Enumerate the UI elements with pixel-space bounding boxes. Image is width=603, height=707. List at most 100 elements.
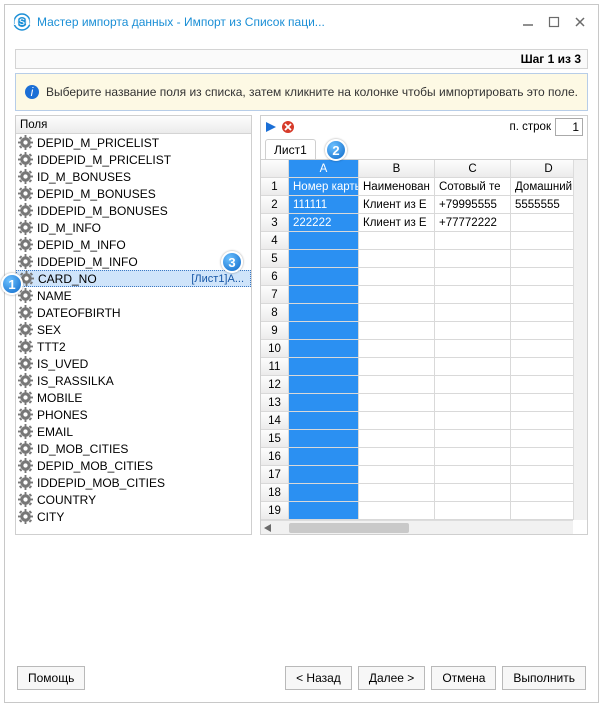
grid-cell[interactable] <box>359 286 435 304</box>
play-icon[interactable] <box>265 121 277 133</box>
row-header[interactable]: 19 <box>261 502 289 520</box>
grid-cell[interactable] <box>435 322 511 340</box>
grid-cell[interactable] <box>359 394 435 412</box>
back-button[interactable]: < Назад <box>285 666 352 690</box>
grid-cell[interactable] <box>435 286 511 304</box>
field-row[interactable]: DEPID_M_INFO <box>16 236 251 253</box>
field-row[interactable]: IDDEPID_M_INFO <box>16 253 251 270</box>
grid-cell[interactable] <box>359 304 435 322</box>
grid-cell[interactable] <box>289 502 359 520</box>
grid-cell[interactable] <box>435 376 511 394</box>
field-row[interactable]: CITY <box>16 508 251 525</box>
row-header[interactable]: 11 <box>261 358 289 376</box>
grid-cell[interactable]: 111111 <box>289 196 359 214</box>
grid-cell[interactable] <box>359 376 435 394</box>
row-header[interactable]: 8 <box>261 304 289 322</box>
grid-cell[interactable] <box>359 322 435 340</box>
field-row[interactable]: ID_M_INFO <box>16 219 251 236</box>
column-header[interactable]: B <box>359 160 435 178</box>
rowcount-input[interactable] <box>555 118 583 136</box>
row-header[interactable]: 7 <box>261 286 289 304</box>
row-header[interactable]: 6 <box>261 268 289 286</box>
grid-cell[interactable] <box>289 466 359 484</box>
grid-cell[interactable]: 222222 <box>289 214 359 232</box>
row-header[interactable]: 5 <box>261 250 289 268</box>
field-row[interactable]: DEPID_MOB_CITIES <box>16 457 251 474</box>
row-header[interactable]: 18 <box>261 484 289 502</box>
field-row[interactable]: CARD_NO[Лист1]A... <box>16 270 251 287</box>
field-row[interactable]: IDDEPID_MOB_CITIES <box>16 474 251 491</box>
preview-grid[interactable]: ABCD1Номер картыНаименованСотовый теДома… <box>261 160 587 520</box>
row-header[interactable]: 2 <box>261 196 289 214</box>
grid-cell[interactable] <box>289 484 359 502</box>
row-header[interactable]: 10 <box>261 340 289 358</box>
field-row[interactable]: COUNTRY <box>16 491 251 508</box>
field-row[interactable]: TTT2 <box>16 338 251 355</box>
grid-cell[interactable]: Сотовый те <box>435 178 511 196</box>
grid-cell[interactable] <box>435 394 511 412</box>
grid-cell[interactable]: Наименован <box>359 178 435 196</box>
row-header[interactable]: 16 <box>261 448 289 466</box>
grid-cell[interactable] <box>289 394 359 412</box>
row-header[interactable]: 3 <box>261 214 289 232</box>
grid-cell[interactable] <box>435 304 511 322</box>
close-button[interactable] <box>570 12 590 32</box>
grid-cell[interactable] <box>359 412 435 430</box>
clear-icon[interactable] <box>281 120 295 134</box>
grid-cell[interactable] <box>435 250 511 268</box>
grid-cell[interactable] <box>435 340 511 358</box>
grid-cell[interactable] <box>289 340 359 358</box>
grid-cell[interactable] <box>359 448 435 466</box>
grid-cell[interactable] <box>435 268 511 286</box>
grid-cell[interactable] <box>289 322 359 340</box>
row-header[interactable]: 1 <box>261 178 289 196</box>
grid-scrollbar-vertical[interactable] <box>573 160 587 520</box>
fields-list[interactable]: DEPID_M_PRICELISTIDDEPID_M_PRICELISTID_M… <box>16 134 251 534</box>
grid-cell[interactable] <box>435 502 511 520</box>
field-row[interactable]: IDDEPID_M_PRICELIST <box>16 151 251 168</box>
field-row[interactable]: SEX <box>16 321 251 338</box>
next-button[interactable]: Далее > <box>358 666 426 690</box>
field-row[interactable]: NAME <box>16 287 251 304</box>
grid-cell[interactable]: Клиент из E <box>359 214 435 232</box>
grid-cell[interactable] <box>359 340 435 358</box>
field-row[interactable]: ID_M_BONUSES <box>16 168 251 185</box>
field-row[interactable]: IS_RASSILKA <box>16 372 251 389</box>
column-header[interactable]: A <box>289 160 359 178</box>
grid-cell[interactable] <box>289 268 359 286</box>
grid-cell[interactable]: +79995555 <box>435 196 511 214</box>
field-row[interactable]: IS_UVED <box>16 355 251 372</box>
field-row[interactable]: DEPID_M_BONUSES <box>16 185 251 202</box>
grid-cell[interactable] <box>289 430 359 448</box>
grid-cell[interactable] <box>435 232 511 250</box>
field-row[interactable]: MOBILE <box>16 389 251 406</box>
grid-cell[interactable] <box>359 502 435 520</box>
run-button[interactable]: Выполнить <box>502 666 586 690</box>
field-row[interactable]: DEPID_M_PRICELIST <box>16 134 251 151</box>
grid-cell[interactable] <box>359 466 435 484</box>
grid-cell[interactable] <box>289 448 359 466</box>
grid-cell[interactable] <box>359 484 435 502</box>
column-header[interactable]: C <box>435 160 511 178</box>
grid-scrollbar-horizontal[interactable] <box>261 520 573 534</box>
grid-cell[interactable] <box>435 448 511 466</box>
field-row[interactable]: EMAIL <box>16 423 251 440</box>
row-header[interactable]: 17 <box>261 466 289 484</box>
minimize-button[interactable] <box>518 12 538 32</box>
row-header[interactable]: 15 <box>261 430 289 448</box>
row-header[interactable]: 13 <box>261 394 289 412</box>
field-row[interactable]: ID_MOB_CITIES <box>16 440 251 457</box>
row-header[interactable]: 4 <box>261 232 289 250</box>
field-row[interactable]: PHONES <box>16 406 251 423</box>
grid-cell[interactable] <box>289 250 359 268</box>
cancel-button[interactable]: Отмена <box>431 666 496 690</box>
help-button[interactable]: Помощь <box>17 666 85 690</box>
grid-cell[interactable] <box>359 268 435 286</box>
grid-cell[interactable] <box>359 250 435 268</box>
sheet-tab[interactable]: Лист1 <box>265 139 316 159</box>
row-header[interactable]: 14 <box>261 412 289 430</box>
grid-cell[interactable] <box>435 466 511 484</box>
row-header[interactable]: 9 <box>261 322 289 340</box>
grid-cell[interactable] <box>289 376 359 394</box>
grid-cell[interactable] <box>435 358 511 376</box>
